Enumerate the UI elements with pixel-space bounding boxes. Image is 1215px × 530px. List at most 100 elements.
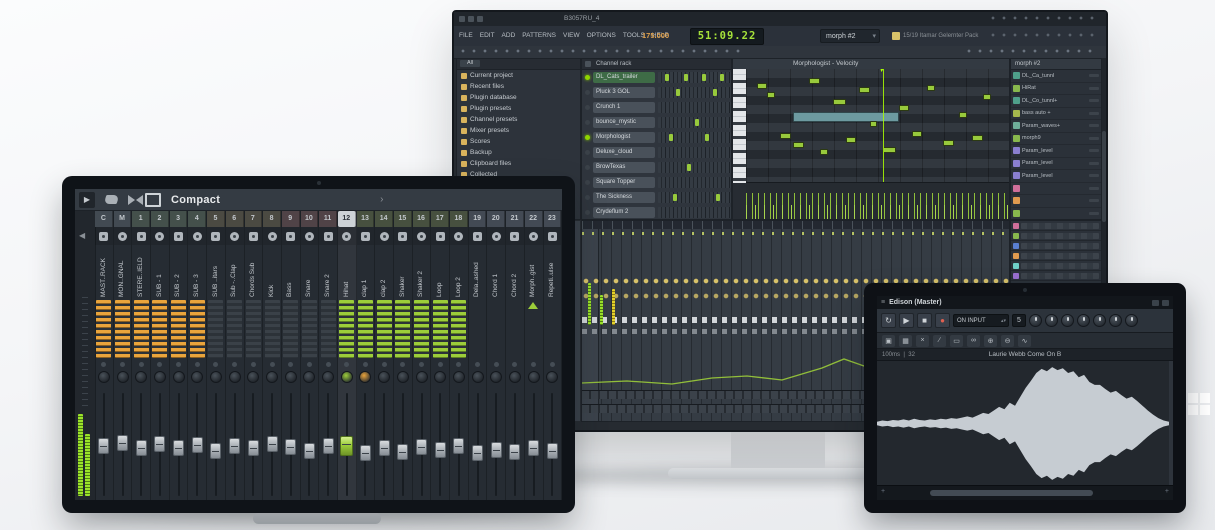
fader-handle[interactable] [117, 434, 129, 451]
volume-fader[interactable] [282, 391, 300, 500]
step-cell[interactable] [694, 119, 699, 126]
pan-knob[interactable] [266, 371, 279, 383]
mixer-channel-strip[interactable]: 7 Chords Sub [244, 211, 264, 500]
channel-number[interactable]: 23 [543, 211, 562, 227]
volume-fader[interactable] [469, 391, 487, 500]
mixer-channel-strip[interactable]: 3 SUB - 2 [169, 211, 189, 500]
spinner-icon[interactable]: ▴▾ [1001, 315, 1006, 327]
channel-number[interactable]: 13 [356, 211, 375, 227]
loop-record-icon[interactable]: ↻ [881, 313, 896, 328]
volume-fader[interactable] [263, 391, 281, 500]
fader-handle[interactable] [322, 438, 334, 455]
step-cell[interactable] [720, 74, 725, 81]
waveform-display[interactable] [877, 361, 1169, 486]
playlist-track[interactable]: Param_level [1011, 158, 1101, 170]
fader-handle[interactable] [453, 438, 465, 455]
step-cell[interactable] [676, 89, 681, 96]
piano-note[interactable] [819, 148, 828, 155]
menu-item-file[interactable]: FILE [459, 32, 473, 39]
piano-note[interactable] [756, 82, 768, 89]
fader-handle[interactable] [359, 444, 371, 461]
mixer-channel-strip[interactable]: 19 Dela..ashed [468, 211, 488, 500]
mixer-channel-strip[interactable]: 8 Kick [263, 211, 282, 500]
pan-knob[interactable] [508, 371, 521, 383]
browser-item[interactable]: Recent files [457, 81, 580, 92]
pan-knob[interactable] [490, 371, 503, 383]
volume-fader[interactable] [188, 391, 206, 500]
step-cell[interactable] [665, 74, 670, 81]
step-grid[interactable] [658, 177, 731, 188]
wave-icon[interactable]: ∿ [1018, 334, 1031, 347]
fader-handle[interactable] [528, 440, 540, 457]
step-grid[interactable] [658, 87, 731, 98]
velocity-lane[interactable] [746, 182, 1009, 219]
fader-handle[interactable] [229, 438, 241, 455]
channel-led[interactable] [157, 362, 163, 367]
channel-number[interactable]: 18 [450, 211, 468, 227]
waveform-vscroll[interactable] [1169, 361, 1173, 486]
picker-item[interactable] [1011, 251, 1101, 261]
record-mode-dropdown[interactable]: ON INPUT ▴▾ [953, 314, 1009, 327]
volume-fader[interactable] [151, 391, 169, 500]
channel-led[interactable] [325, 362, 331, 367]
fader-handle[interactable] [416, 439, 428, 456]
volume-fader[interactable] [301, 391, 319, 500]
mixer-channel-strip[interactable]: 4 SUB - 3 [188, 211, 208, 500]
channel-led[interactable] [194, 362, 200, 367]
channel-number[interactable]: M [113, 211, 132, 227]
channel-number[interactable]: 11 [319, 211, 337, 227]
playlist-track[interactable]: bass auto + [1011, 108, 1101, 120]
channel-number[interactable]: 3 [169, 211, 188, 227]
channel-number[interactable]: 12 [337, 211, 356, 227]
toolbar-icons-right[interactable] [966, 48, 1096, 56]
step-grid[interactable] [658, 207, 731, 218]
piano-keys[interactable] [733, 69, 746, 183]
piano-note[interactable] [959, 112, 967, 119]
layout-frame-icon[interactable] [145, 192, 161, 207]
picker-item[interactable] [1011, 241, 1101, 251]
edison-window-buttons[interactable] [1152, 299, 1169, 306]
channel-led[interactable] [512, 362, 518, 367]
step-cell[interactable] [683, 74, 688, 81]
mixer-channel-strip[interactable]: 21 Chord 2 [506, 211, 525, 500]
browser-item[interactable]: Plugin presets [457, 103, 580, 114]
volume-fader[interactable] [506, 391, 524, 500]
channel-number[interactable]: 6 [225, 211, 244, 227]
volume-fader[interactable] [394, 391, 412, 500]
pan-knob[interactable] [322, 371, 335, 383]
step-grid[interactable] [658, 132, 731, 143]
channel-number[interactable]: 9 [281, 211, 300, 227]
plus-icon[interactable]: + [881, 488, 885, 495]
fader-handle[interactable] [472, 444, 484, 461]
playlist-track[interactable]: DL_Ca_tunnl [1011, 70, 1101, 83]
fader-handle[interactable] [98, 438, 110, 455]
step-cell[interactable] [687, 164, 692, 171]
browser-item[interactable]: Backup [457, 147, 580, 158]
channel-number[interactable]: 4 [188, 211, 207, 227]
piano-note[interactable] [809, 78, 820, 85]
step-cell[interactable] [712, 89, 717, 96]
channel-led[interactable] [232, 362, 238, 367]
volume-fader[interactable] [338, 391, 356, 500]
pan-knob[interactable] [396, 371, 409, 383]
mixer-channel-strip[interactable]: 14 clap 2 [375, 211, 394, 500]
menu-item-patterns[interactable]: PATTERNS [522, 32, 556, 39]
channel-led[interactable] [250, 362, 256, 367]
channel-number[interactable]: 22 [524, 211, 543, 227]
channel-led[interactable] [456, 362, 462, 367]
browser-item[interactable]: Clipboard files [457, 158, 580, 169]
speaker-icon[interactable]: ◀ [79, 231, 85, 240]
fader-handle[interactable] [434, 441, 446, 458]
channel-number[interactable]: C [95, 211, 113, 227]
channel-led[interactable] [493, 362, 499, 367]
step-grid[interactable] [658, 162, 731, 173]
knob[interactable] [1029, 314, 1042, 327]
pan-knob[interactable] [228, 371, 241, 383]
window-buttons[interactable] [459, 16, 483, 22]
volume-fader[interactable] [245, 391, 263, 500]
channel-led[interactable] [176, 362, 182, 367]
channel-rack-header[interactable]: Channel rack [582, 59, 731, 70]
channel-led[interactable] [585, 195, 590, 200]
piano-note[interactable] [832, 98, 846, 105]
channel-number[interactable]: 14 [375, 211, 393, 227]
